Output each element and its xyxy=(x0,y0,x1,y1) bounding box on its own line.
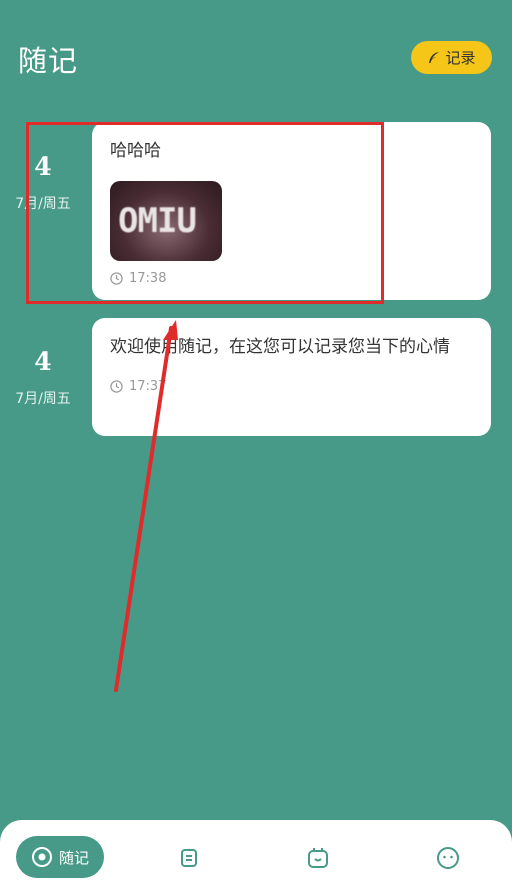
record-button[interactable]: 记录 xyxy=(411,41,492,74)
record-disc-icon xyxy=(31,847,52,867)
entry-date: 4 7月/周五 xyxy=(0,152,86,213)
entry-time: 17:38 xyxy=(110,271,473,286)
entry-text: 哈哈哈 xyxy=(110,141,161,161)
date-day: 4 xyxy=(34,152,52,181)
header: 随记 记录 xyxy=(0,0,512,110)
profile-icon[interactable] xyxy=(436,846,460,870)
clock-icon xyxy=(110,272,123,285)
nav-active-label: 随记 xyxy=(58,848,89,867)
entry-text: 欢迎使用随记，在这您可以记录您当下的心情 xyxy=(110,337,450,357)
entry-time-label: 17:37 xyxy=(129,379,167,394)
calendar-icon[interactable] xyxy=(306,846,330,870)
entry-date: 4 7月/周五 xyxy=(0,347,86,408)
notes-icon[interactable] xyxy=(177,846,201,870)
page-title: 随记 xyxy=(18,44,79,78)
nav-item-notes[interactable]: 随记 xyxy=(16,836,104,878)
entry-card[interactable]: 哈哈哈 OMIU 17:38 xyxy=(92,122,491,300)
entry-time: 17:37 xyxy=(110,379,473,394)
entry-time-label: 17:38 xyxy=(129,271,167,286)
bottom-nav: 随记 xyxy=(0,820,512,894)
date-month-week: 7月/周五 xyxy=(15,196,71,212)
feather-icon xyxy=(429,51,440,63)
entry-card[interactable]: 欢迎使用随记，在这您可以记录您当下的心情 17:37 xyxy=(92,318,491,436)
date-day: 4 xyxy=(34,347,52,376)
date-month-week: 7月/周五 xyxy=(15,391,71,407)
record-button-label: 记录 xyxy=(445,49,476,67)
entry-image-text: OMIU xyxy=(118,201,197,241)
clock-icon xyxy=(110,380,123,393)
entry-image[interactable]: OMIU xyxy=(110,181,222,261)
